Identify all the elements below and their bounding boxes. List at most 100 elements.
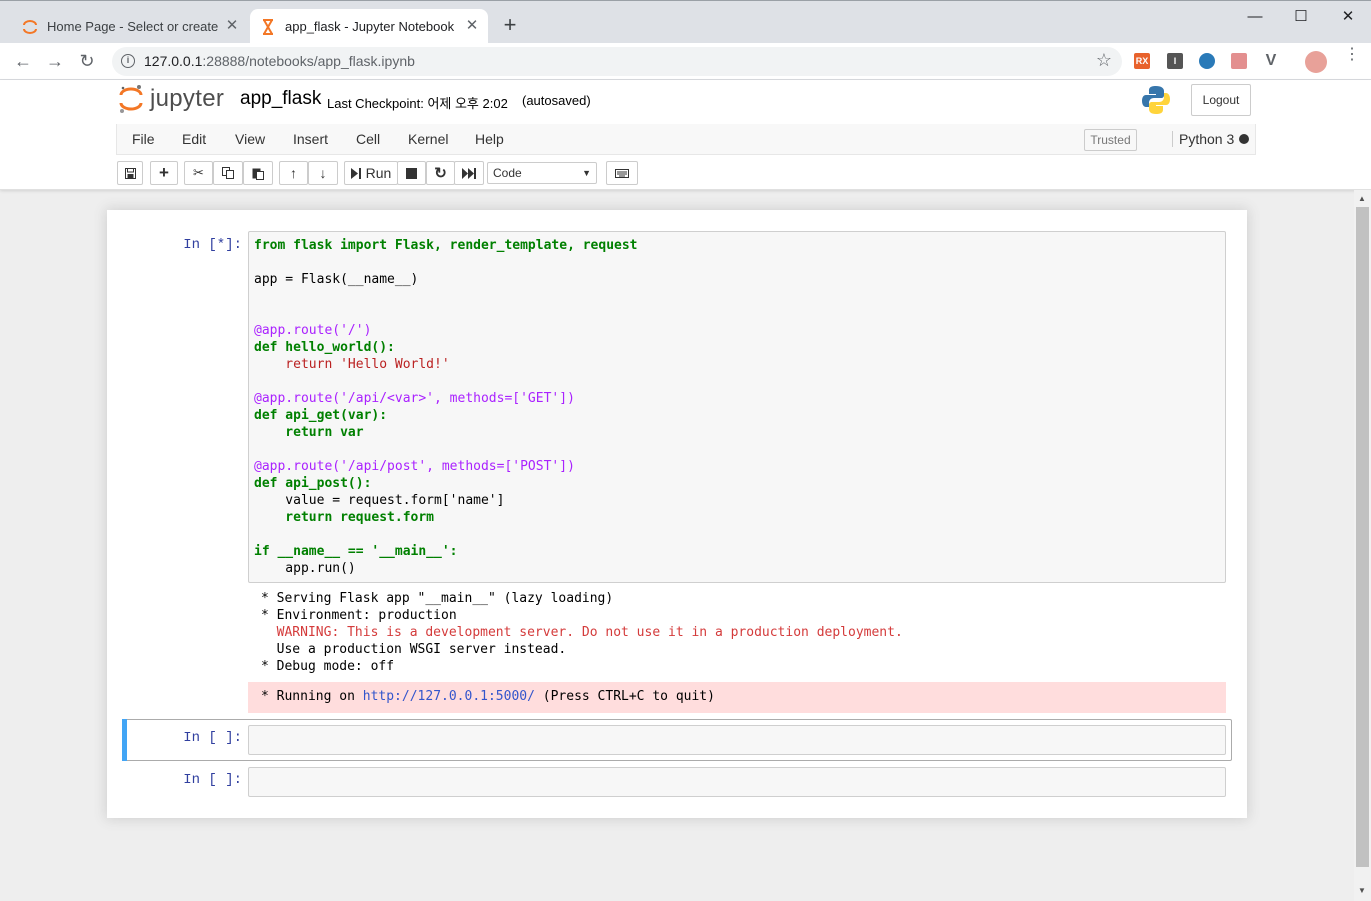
hourglass-favicon-icon: [260, 18, 276, 35]
reload-icon[interactable]: ↻: [75, 49, 99, 73]
fast-forward-icon: [462, 167, 476, 179]
new-tab-button[interactable]: +: [500, 14, 520, 36]
cell-1-code: from flask import Flask, render_template…: [254, 237, 638, 577]
code-line: from flask import Flask, render_template…: [254, 238, 638, 253]
copy-icon: [222, 167, 234, 179]
output-warning: WARNING: This is a development server. D…: [261, 625, 903, 640]
move-up-button[interactable]: ↑: [279, 161, 308, 185]
tab-home-page[interactable]: Home Page - Select or create a ✕: [12, 9, 248, 44]
bookmark-star-icon[interactable]: ☆: [1096, 50, 1112, 71]
close-window-button[interactable]: ✕: [1333, 5, 1363, 29]
step-forward-icon: [350, 167, 361, 179]
jupyter-wordmark: jupyter: [150, 85, 225, 112]
move-down-button[interactable]: ↓: [308, 161, 338, 185]
code-line: @app.route('/api/post', methods=['POST']…: [254, 459, 575, 474]
output-line: * Debug mode: off: [261, 659, 395, 674]
code-line: @app.route('/api/<var>', methods=['GET']…: [254, 391, 575, 406]
output-line: Use a production WSGI server instead.: [261, 642, 567, 657]
logout-button[interactable]: Logout: [1191, 84, 1251, 116]
code-line: return 'Hello World!': [254, 357, 450, 372]
select-caret-icon: ▼: [582, 168, 591, 178]
menu-insert[interactable]: Insert: [293, 131, 328, 147]
jupyter-logo[interactable]: jupyter: [118, 84, 224, 114]
arrow-down-icon: ↓: [319, 165, 327, 181]
minimize-button[interactable]: —: [1240, 5, 1270, 29]
jupyter-favicon-icon: [22, 19, 38, 35]
forward-icon[interactable]: →: [43, 49, 67, 73]
tab-title: Home Page - Select or create a: [47, 19, 219, 34]
arrow-up-icon: ↑: [290, 165, 297, 181]
browser-tabstrip: Home Page - Select or create a ✕ app_fla…: [0, 0, 1371, 44]
restart-button[interactable]: ↻: [426, 161, 455, 185]
cell-2-input[interactable]: [248, 725, 1226, 755]
menu-edit[interactable]: Edit: [182, 131, 206, 147]
scissors-icon: ✂: [193, 165, 204, 180]
notebook-name[interactable]: app_flask: [240, 88, 321, 110]
python-logo-icon: [1142, 86, 1170, 114]
save-button[interactable]: [117, 161, 143, 185]
code-line: @app.route('/'): [254, 323, 372, 338]
output-line: * Environment: production: [261, 608, 457, 623]
run-button[interactable]: Run: [344, 161, 398, 185]
restart-icon: ↻: [434, 165, 447, 182]
plus-icon: +: [159, 163, 169, 182]
stop-icon: [406, 167, 417, 179]
cut-button[interactable]: ✂: [184, 161, 213, 185]
kernel-busy-indicator: [1239, 134, 1249, 144]
close-tab-icon[interactable]: ✕: [464, 18, 480, 34]
extension-screen-icon[interactable]: [1231, 53, 1247, 69]
code-line: def hello_world():: [254, 340, 395, 355]
code-line: return request.form: [254, 510, 435, 525]
menu-help[interactable]: Help: [475, 131, 504, 147]
cell-type-value: Code: [493, 166, 522, 180]
tab-app-flask[interactable]: app_flask - Jupyter Notebook ✕: [250, 9, 488, 44]
output-line: * Serving Flask app "__main__" (lazy loa…: [261, 591, 614, 606]
jupyter-logo-icon: [119, 85, 143, 113]
paste-icon: [252, 168, 264, 180]
server-link[interactable]: http://127.0.0.1:5000/: [363, 689, 535, 704]
menu-cell[interactable]: Cell: [356, 131, 380, 147]
cell-3-input[interactable]: [248, 767, 1226, 797]
interrupt-button[interactable]: [397, 161, 426, 185]
scrollbar-thumb[interactable]: [1356, 207, 1369, 867]
profile-avatar[interactable]: [1305, 51, 1327, 73]
tab-title: app_flask - Jupyter Notebook: [285, 19, 455, 34]
kernel-name: Python 3: [1172, 131, 1234, 147]
extension-globe-icon[interactable]: [1199, 53, 1215, 69]
stderr-output: * Running on http://127.0.0.1:5000/ (Pre…: [248, 682, 1226, 713]
browser-menu-icon[interactable]: ⋮: [1344, 47, 1360, 63]
url-text: 127.0.0.1:28888/notebooks/app_flask.ipyn…: [144, 53, 415, 69]
restart-run-all-button[interactable]: [454, 161, 484, 185]
copy-button[interactable]: [213, 161, 243, 185]
command-palette-button[interactable]: [606, 161, 638, 185]
scroll-down-icon[interactable]: ▼: [1358, 886, 1366, 895]
menu-kernel[interactable]: Kernel: [408, 131, 448, 147]
menu-view[interactable]: View: [235, 131, 265, 147]
back-icon[interactable]: ←: [11, 49, 35, 73]
menu-file[interactable]: File: [132, 131, 155, 147]
extension-v-icon[interactable]: V: [1263, 53, 1279, 69]
scroll-up-icon[interactable]: ▲: [1358, 194, 1366, 203]
trusted-indicator[interactable]: Trusted: [1084, 129, 1137, 151]
floppy-icon: [124, 167, 136, 179]
close-tab-icon[interactable]: ✕: [224, 18, 240, 34]
cell-type-select[interactable]: Code ▼: [487, 162, 597, 184]
cell-3-prompt: In [ ]:: [183, 772, 242, 788]
extension-rx-icon[interactable]: RX: [1134, 53, 1150, 69]
maximize-button[interactable]: ☐: [1286, 5, 1316, 29]
extension-i-icon[interactable]: I: [1167, 53, 1183, 69]
info-icon[interactable]: i: [121, 54, 135, 68]
code-line: def api_post():: [254, 476, 372, 491]
paste-button[interactable]: [243, 161, 273, 185]
keyboard-icon: [615, 168, 629, 178]
insert-cell-button[interactable]: +: [150, 161, 178, 185]
code-line: def api_get(var):: [254, 408, 388, 423]
autosave-status: (autosaved): [522, 93, 591, 108]
code-line: app = Flask(__name__): [254, 272, 419, 287]
browser-toolbar: ← → ↻ i 127.0.0.1:28888/notebooks/app_fl…: [0, 43, 1371, 80]
code-line: if __name__ == '__main__':: [254, 544, 458, 559]
cell-1-output: * Serving Flask app "__main__" (lazy loa…: [261, 590, 903, 675]
page-scrollbar[interactable]: ▲ ▼: [1354, 190, 1371, 901]
code-line: value = request.form['name']: [254, 493, 505, 508]
address-bar[interactable]: i 127.0.0.1:28888/notebooks/app_flask.ip…: [112, 47, 1122, 76]
